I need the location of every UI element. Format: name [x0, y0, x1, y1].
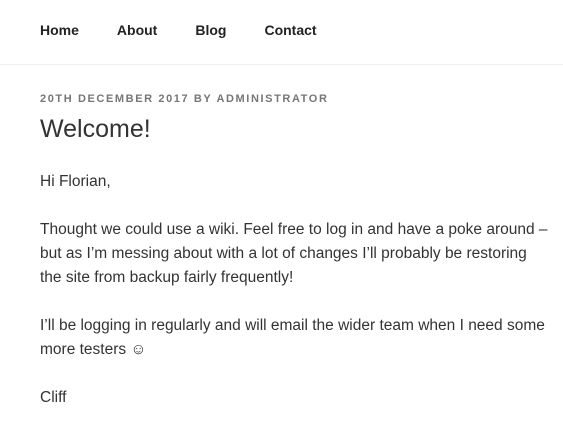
post-meta: 20th December 2017 by Administrator: [40, 92, 329, 106]
post-author-link[interactable]: Administrator: [216, 93, 328, 105]
post-title: Welcome!: [40, 115, 151, 143]
top-navigation: Home About Blog Contact: [0, 0, 563, 65]
post-paragraph-greeting: Hi Florian,: [40, 173, 111, 190]
nav-item-home[interactable]: Home: [40, 21, 79, 39]
post-paragraph-signature: Cliff: [40, 389, 67, 406]
post-paragraph-body: Thought we could use a wiki. Feel free t…: [40, 221, 548, 286]
post-date-link[interactable]: 20th December 2017: [40, 93, 189, 105]
nav-menu: Home About Blog Contact: [40, 21, 317, 39]
post-content: Hi Florian, Thought we could use a wiki.…: [40, 170, 550, 434]
nav-item-blog[interactable]: Blog: [195, 21, 226, 39]
post-paragraph-followup: I’ll be logging in regularly and will em…: [40, 317, 545, 358]
post-by-label: by: [193, 93, 213, 105]
nav-item-about[interactable]: About: [117, 21, 157, 39]
nav-item-contact[interactable]: Contact: [264, 21, 316, 39]
